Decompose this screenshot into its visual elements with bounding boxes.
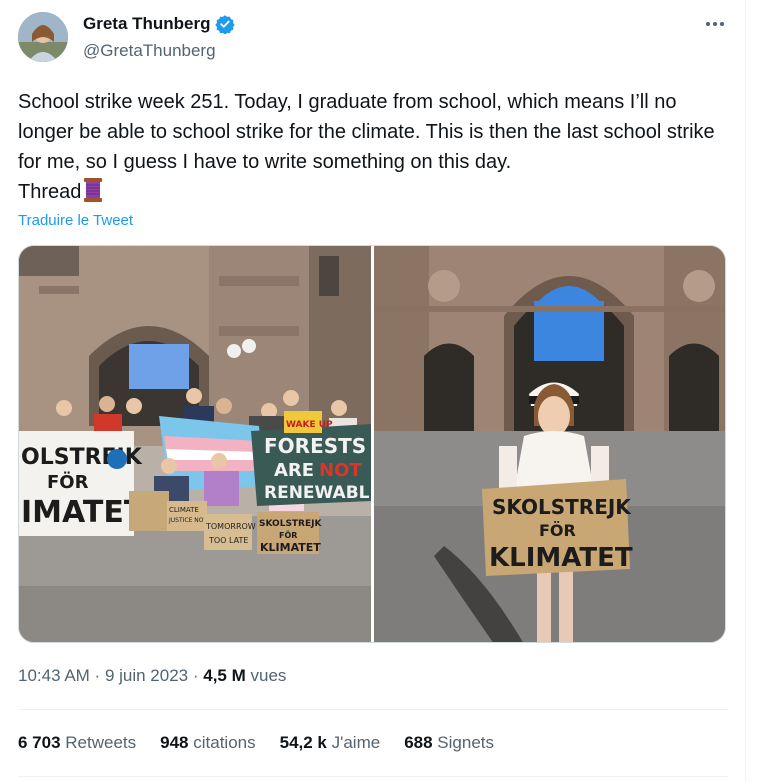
translate-tweet-link[interactable]: Traduire le Tweet xyxy=(18,212,133,229)
sign-tomorrow-line1: TOMORROW IS xyxy=(205,522,266,531)
tweet-stats: 6 703 Retweets 948 citations 54,2 k J'ai… xyxy=(18,733,518,753)
avatar[interactable] xyxy=(18,12,68,62)
user-handle[interactable]: @GretaThunberg xyxy=(83,41,216,61)
photo-greta-portrait[interactable]: SKOLSTREJK FÖR KLIMATET xyxy=(374,246,725,642)
sign-skol-line2: FÖR xyxy=(279,530,297,540)
media-grid: OLSTREJK FÖR IMATET FORESTS ARE NOT RENE… xyxy=(18,245,726,643)
tweet-time[interactable]: 10:43 AM xyxy=(18,666,90,685)
bookmarks-stat[interactable]: 688 Signets xyxy=(404,733,494,753)
sign-portrait-line2: FÖR xyxy=(539,521,576,540)
column-border xyxy=(745,0,746,782)
divider-top xyxy=(18,709,728,710)
quotes-label: citations xyxy=(188,733,256,752)
tweet-page: Greta Thunberg @GretaThunberg School str… xyxy=(0,0,758,782)
tweet-text: School strike week 251. Today, I graduat… xyxy=(18,87,728,207)
photo-group-strike[interactable]: OLSTREJK FÖR IMATET FORESTS ARE NOT RENE… xyxy=(19,246,371,642)
sign-portrait-line3: KLIMATET xyxy=(489,543,633,573)
sign-forests-line2: ARE xyxy=(274,460,314,481)
tweet-meta: 10:43 AM · 9 juin 2023 · 4,5 M vues xyxy=(18,666,286,686)
name-row: Greta Thunberg xyxy=(83,14,235,35)
sign-forests-line3: RENEWABLE xyxy=(264,483,371,503)
likes-label: J'aime xyxy=(326,733,381,752)
sign-forests-line1: FORESTS xyxy=(264,434,366,458)
meta-separator-2: · xyxy=(188,666,204,685)
tweet-date[interactable]: 9 juin 2023 xyxy=(105,666,188,685)
more-dots-icon xyxy=(706,22,724,26)
verified-badge-icon xyxy=(214,14,235,35)
retweets-count: 6 703 xyxy=(18,733,61,752)
sign-forests-not: NOT xyxy=(319,460,362,481)
quotes-stat[interactable]: 948 citations xyxy=(160,733,255,753)
sign-wake-up: WAKE UP xyxy=(286,420,333,430)
sign-climate-justice-line2: JUSTICE NOW xyxy=(168,517,210,524)
bookmarks-label: Signets xyxy=(432,733,495,752)
retweets-stat[interactable]: 6 703 Retweets xyxy=(18,733,136,753)
divider-bottom xyxy=(18,776,728,777)
meta-separator: · xyxy=(89,666,105,685)
likes-count: 54,2 k xyxy=(279,733,327,752)
likes-stat[interactable]: 54,2 k J'aime xyxy=(280,733,381,753)
retweets-label: Retweets xyxy=(60,733,137,752)
sign-skol-line1: SKOLSTREJK xyxy=(259,519,322,529)
tweet-text-content: School strike week 251. Today, I graduat… xyxy=(18,91,715,203)
display-name[interactable]: Greta Thunberg xyxy=(83,14,211,34)
views-count: 4,5 M xyxy=(203,666,246,685)
sign-skol-line3: KLIMATET xyxy=(260,541,321,554)
quotes-count: 948 xyxy=(160,733,189,752)
tweet-header: Greta Thunberg @GretaThunberg xyxy=(18,12,728,64)
views-label: vues xyxy=(245,666,287,685)
sign-climate-justice-line1: CLIMATE xyxy=(169,506,199,514)
bookmarks-count: 688 xyxy=(404,733,433,752)
sign-skolstrejk-banner-line2: FÖR xyxy=(47,471,89,493)
sign-skolstrejk-banner-line3: IMATET xyxy=(21,495,145,530)
sign-portrait-line1: SKOLSTREJK xyxy=(492,495,632,519)
sign-tomorrow-line2: TOO LATE xyxy=(208,536,248,545)
thread-spool-icon xyxy=(82,177,104,203)
more-options-button[interactable] xyxy=(702,14,728,34)
